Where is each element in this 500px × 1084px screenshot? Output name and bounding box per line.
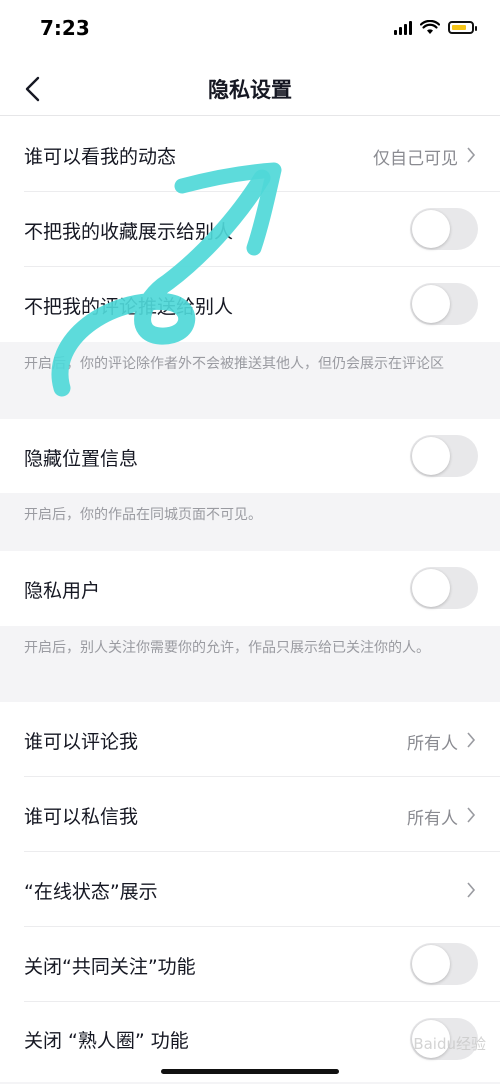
- cellular-signal-icon: [394, 20, 412, 35]
- chevron-right-icon: [467, 882, 476, 898]
- row-label: 不把我的评论推送给别人: [24, 296, 234, 318]
- row-who-can-comment[interactable]: 谁可以评论我 所有人: [0, 702, 500, 777]
- home-indicator: [161, 1069, 339, 1074]
- hide-favorites-toggle[interactable]: [410, 208, 478, 250]
- row-label: 关闭“共同关注”功能: [24, 956, 196, 978]
- row-who-can-message[interactable]: 谁可以私信我 所有人: [0, 777, 500, 852]
- nav-bar: 隐私设置: [0, 62, 500, 116]
- row-who-can-see-activity[interactable]: 谁可以看我的动态 仅自己可见: [0, 116, 500, 192]
- private-user-toggle[interactable]: [410, 567, 478, 609]
- status-time: 7:23: [40, 16, 90, 40]
- chevron-right-icon: [467, 807, 476, 823]
- wifi-icon: [420, 20, 440, 34]
- location-note: 开启后，你的作品在同城页面不可见。: [0, 493, 500, 551]
- row-value: 仅自己可见: [373, 149, 458, 169]
- row-hide-location: 隐藏位置信息: [0, 419, 500, 493]
- row-label: 不把我的收藏展示给别人: [24, 221, 234, 243]
- settings-list: 谁可以看我的动态 仅自己可见 不把我的收藏展示给别人 不把我的评论推送给别人 开…: [0, 116, 500, 1082]
- row-value: 所有人: [407, 734, 458, 754]
- row-label: 隐藏位置信息: [24, 448, 139, 470]
- row-label: “在线状态”展示: [24, 881, 158, 903]
- row-hide-favorites: 不把我的收藏展示给别人: [0, 192, 500, 267]
- watermark: Baidu经验: [413, 1035, 486, 1053]
- no-push-comments-toggle[interactable]: [410, 283, 478, 325]
- row-label: 关闭 “熟人圈” 功能: [24, 1030, 189, 1052]
- row-private-user: 隐私用户: [0, 551, 500, 626]
- row-label: 隐私用户: [24, 580, 101, 602]
- status-icons: [394, 20, 477, 35]
- hide-location-toggle[interactable]: [410, 435, 478, 477]
- row-label: 谁可以评论我: [24, 731, 139, 753]
- row-label: 谁可以看我的动态: [24, 146, 177, 168]
- row-close-mutual-follow: 关闭“共同关注”功能: [0, 927, 500, 1002]
- chevron-right-icon: [467, 732, 476, 748]
- row-value: 所有人: [407, 809, 458, 829]
- close-mutual-follow-toggle[interactable]: [410, 943, 478, 985]
- row-online-status[interactable]: “在线状态”展示: [0, 852, 500, 927]
- status-bar: 7:23: [0, 0, 500, 62]
- battery-icon: [448, 21, 477, 34]
- row-no-push-comments: 不把我的评论推送给别人: [0, 267, 500, 342]
- chevron-right-icon: [467, 147, 476, 163]
- comments-note: 开启后，你的评论除作者外不会被推送其他人，但仍会展示在评论区: [0, 342, 500, 419]
- private-note: 开启后，别人关注你需要你的允许，作品只展示给已关注你的人。: [0, 626, 500, 702]
- page-title: 隐私设置: [208, 78, 292, 102]
- row-label: 谁可以私信我: [24, 806, 139, 828]
